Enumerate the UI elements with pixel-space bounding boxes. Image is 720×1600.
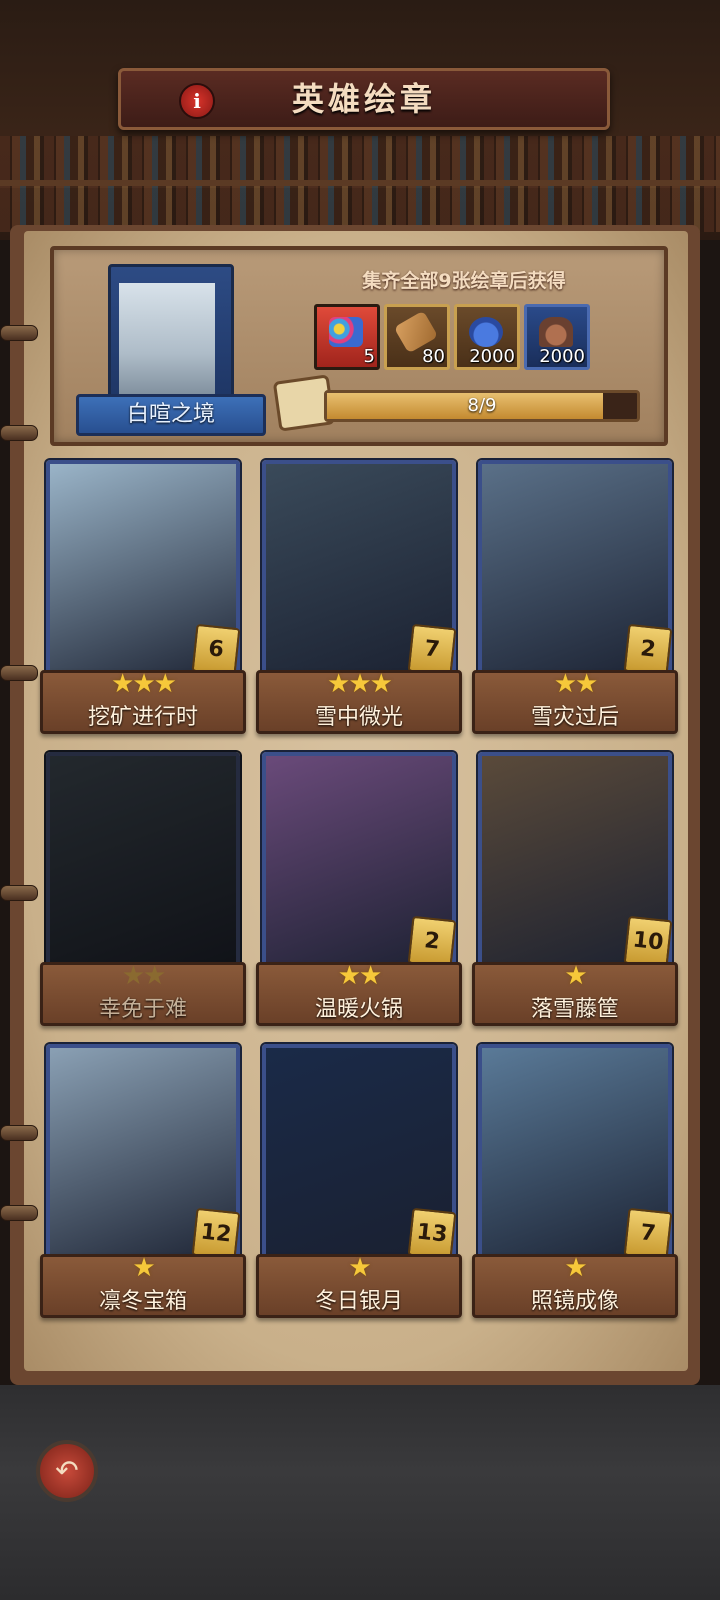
card-name: 挖矿进行时 bbox=[87, 705, 198, 730]
album-cover[interactable] bbox=[108, 264, 234, 414]
card-name: 凛冬宝箱 bbox=[98, 1289, 187, 1314]
card-chest[interactable]: 12 ★ 凛冬宝箱 bbox=[40, 1044, 250, 1318]
card-art bbox=[46, 752, 240, 982]
collection-progress-bar: 8/9 bbox=[324, 390, 640, 422]
collection-banner: 白喧之境 集齐全部9张绘章后获得 5 80 2000 2000 8/9 bbox=[50, 246, 668, 446]
card-label: ★ 落雪藤筐 bbox=[472, 961, 678, 1026]
star-icons: ★ bbox=[348, 1253, 371, 1283]
title-banner: i 英雄绘章 bbox=[118, 68, 610, 130]
card-label: ★★ 雪灾过后 bbox=[472, 669, 678, 734]
card-name: 冬日银月 bbox=[314, 1289, 403, 1314]
card-name: 雪中微光 bbox=[314, 705, 403, 730]
reward-title: 集齐全部9张绘章后获得 bbox=[362, 270, 566, 292]
star-icons: ★ bbox=[132, 1253, 155, 1283]
card-label: ★★★ 雪中微光 bbox=[256, 669, 462, 734]
binder-ring bbox=[0, 325, 38, 341]
reward-potion[interactable]: 2000 bbox=[454, 304, 520, 370]
reward-count: 2000 bbox=[539, 346, 585, 367]
reward-count: 80 bbox=[422, 346, 445, 367]
reward-ore[interactable]: 2000 bbox=[524, 304, 590, 370]
card-moon[interactable]: 13 ★ 冬日银月 bbox=[256, 1044, 466, 1318]
star-icons: ★★ bbox=[553, 669, 599, 699]
card-label: ★ 照镜成像 bbox=[472, 1253, 678, 1318]
back-button[interactable]: ↶ bbox=[36, 1440, 98, 1502]
card-mirror[interactable]: 7 ★ 照镜成像 bbox=[472, 1044, 682, 1318]
card-tent[interactable]: 7 ★★★ 雪中微光 bbox=[256, 460, 466, 734]
card-survivor-locked[interactable]: ★★ 幸免于难 bbox=[40, 752, 250, 1026]
binder-ring bbox=[0, 425, 38, 441]
star-icons: ★★★ bbox=[111, 669, 177, 699]
reward-scroll[interactable]: 80 bbox=[384, 304, 450, 370]
book-row bbox=[0, 136, 720, 182]
ore-icon bbox=[539, 317, 573, 347]
card-basket[interactable]: 10 ★ 落雪藤筐 bbox=[472, 752, 682, 1026]
card-mining[interactable]: 6 ★★★ 挖矿进行时 bbox=[40, 460, 250, 734]
album-name: 白喧之境 bbox=[76, 394, 266, 436]
page-title: 英雄绘章 bbox=[291, 80, 436, 118]
card-aftermath[interactable]: 2 ★★ 雪灾过后 bbox=[472, 460, 682, 734]
card-label: ★★★ 挖矿进行时 bbox=[40, 669, 246, 734]
card-name: 照镜成像 bbox=[530, 1289, 619, 1314]
card-label: ★ 凛冬宝箱 bbox=[40, 1253, 246, 1318]
star-icons: ★ bbox=[564, 961, 587, 991]
reward-count: 5 bbox=[363, 346, 375, 367]
gem-bag-icon bbox=[329, 317, 363, 347]
card-name: 雪灾过后 bbox=[530, 705, 619, 730]
card-label: ★★ 温暖火锅 bbox=[256, 961, 462, 1026]
card-name: 落雪藤筐 bbox=[530, 997, 619, 1022]
card-label: ★★ 幸免于难 bbox=[40, 961, 246, 1026]
card-name: 温暖火锅 bbox=[314, 997, 403, 1022]
card-hotpot[interactable]: 2 ★★ 温暖火锅 bbox=[256, 752, 466, 1026]
star-icons: ★ bbox=[564, 1253, 587, 1283]
reward-count: 2000 bbox=[469, 346, 515, 367]
binder-ring bbox=[0, 885, 38, 901]
star-icons: ★★ bbox=[121, 961, 167, 991]
bottom-bar bbox=[0, 1385, 720, 1600]
card-name: 幸免于难 bbox=[98, 997, 187, 1022]
potion-icon bbox=[469, 317, 503, 347]
reward-gem-bag[interactable]: 5 bbox=[314, 304, 380, 370]
star-icons: ★★★ bbox=[327, 669, 393, 699]
progress-text: 8/9 bbox=[467, 395, 497, 416]
binder-ring bbox=[0, 665, 38, 681]
album-cover-image bbox=[119, 283, 215, 401]
card-label: ★ 冬日银月 bbox=[256, 1253, 462, 1318]
binder-ring bbox=[0, 1125, 38, 1141]
binder-ring bbox=[0, 1205, 38, 1221]
star-icons: ★★ bbox=[337, 961, 383, 991]
